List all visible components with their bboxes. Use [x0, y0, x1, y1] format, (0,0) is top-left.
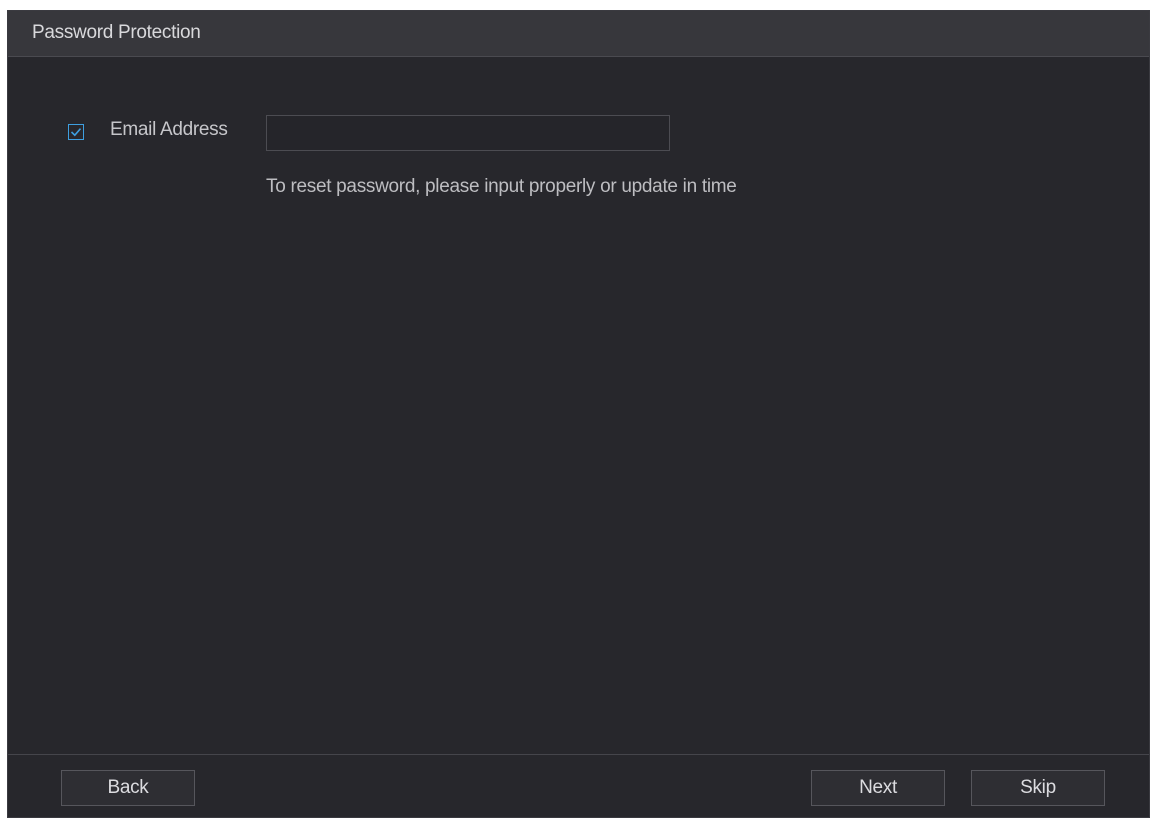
email-checkbox[interactable]: [68, 124, 84, 140]
dialog-footer: Back Next Skip: [8, 754, 1149, 817]
dialog-title: Password Protection: [32, 22, 201, 43]
next-button[interactable]: Next: [811, 770, 945, 806]
check-icon: [70, 128, 82, 137]
email-address-label: Email Address: [110, 119, 228, 140]
skip-button[interactable]: Skip: [971, 770, 1105, 806]
password-protection-dialog: Password Protection Email Address To res…: [7, 10, 1150, 818]
title-bar: Password Protection: [8, 11, 1149, 57]
email-address-input[interactable]: [266, 115, 670, 151]
back-button[interactable]: Back: [61, 770, 195, 806]
reset-password-hint: To reset password, please input properly…: [266, 176, 737, 197]
